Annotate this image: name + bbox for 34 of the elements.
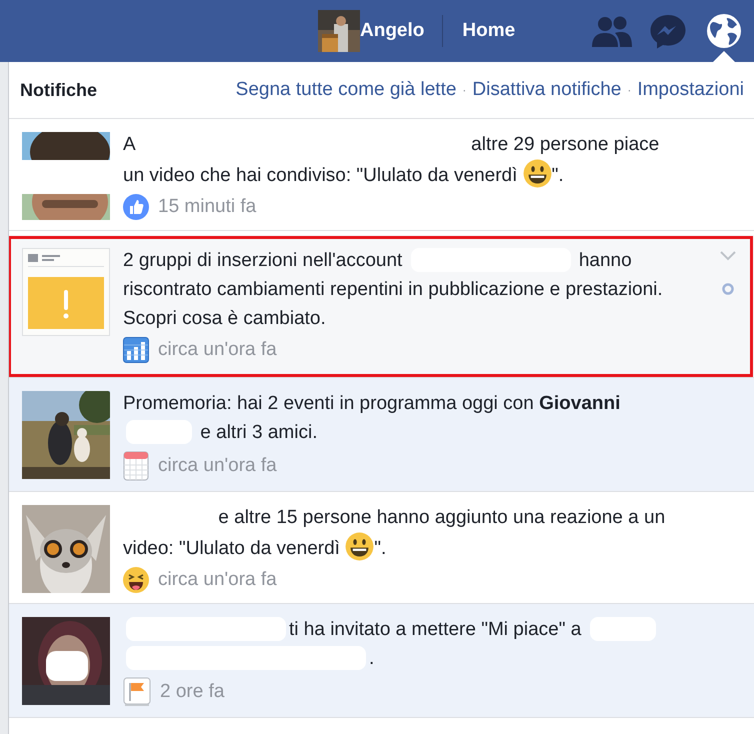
notification-row[interactable]: Promemoria: hai 2 eventi in programma oggi con Giovanni e altri 3 amici. circa un'ora fa	[9, 378, 754, 492]
messenger-icon[interactable]	[649, 13, 688, 49]
notification-text[interactable]: e altre 15 persone hanno aggiunto una reazione a un video: "Ululato da venerdì ".	[123, 503, 678, 563]
notification-row[interactable]: 2 gruppi di inserzioni nell'account hanno riscontrato cambiamenti repentini in pubblicazione e prestazioni. Scopri cosa è cambiato. circa un'ora fa	[9, 235, 754, 378]
separator-dot: ·	[462, 83, 466, 97]
laughing-emoji-icon	[123, 567, 149, 593]
notification-text[interactable]: 2 gruppi di inserzioni nell'account hanno riscontrato cambiamenti repentini in pubblicazione e prestazioni. Scopri cosa è cambiato.	[123, 246, 678, 333]
notification-row[interactable]: ti ha invitato a mettere "Mi piace" a . 2 ore fa	[9, 604, 754, 718]
panel-action-link[interactable]: Impostazioni	[637, 79, 744, 101]
time-label: 2 ore fa	[160, 681, 224, 703]
home-link[interactable]: Home	[443, 20, 534, 42]
chevron-down-icon[interactable]	[720, 251, 736, 261]
ad-warning-icon	[22, 248, 110, 336]
bar-chart-icon	[123, 337, 149, 363]
smiley-emoji-icon	[345, 532, 374, 561]
smiley-emoji-icon	[522, 159, 552, 188]
globe-icon[interactable]	[705, 12, 744, 50]
separator-dot: ·	[627, 83, 632, 97]
panel-action-link[interactable]: Segna tutte come già lette	[236, 79, 456, 101]
profile-name[interactable]: Angelo	[360, 20, 424, 42]
time-label: circa un'ora fa	[158, 569, 277, 591]
time-label: circa un'ora fa	[158, 455, 277, 477]
friends-icon[interactable]	[591, 14, 634, 48]
notification-text[interactable]: Promemoria: hai 2 eventi in programma oggi con Giovanni e altri 3 amici.	[123, 389, 678, 447]
time-label: circa un'ora fa	[158, 339, 277, 361]
notification-text[interactable]: ti ha invitato a mettere "Mi piace" a .	[123, 615, 678, 673]
panel-action-link[interactable]: Disattiva notifiche	[472, 79, 622, 101]
time-label: 15 minuti fa	[158, 196, 256, 218]
mark-as-read-icon[interactable]	[722, 283, 734, 295]
calendar-icon	[123, 451, 149, 481]
panel-title: Notifiche	[20, 80, 98, 100]
flag-icon	[123, 677, 151, 707]
like-icon	[123, 194, 149, 220]
notification-text[interactable]: A altre 29 persone piace un video che hai condiviso: "Ululato da venerdì ".	[123, 130, 678, 190]
